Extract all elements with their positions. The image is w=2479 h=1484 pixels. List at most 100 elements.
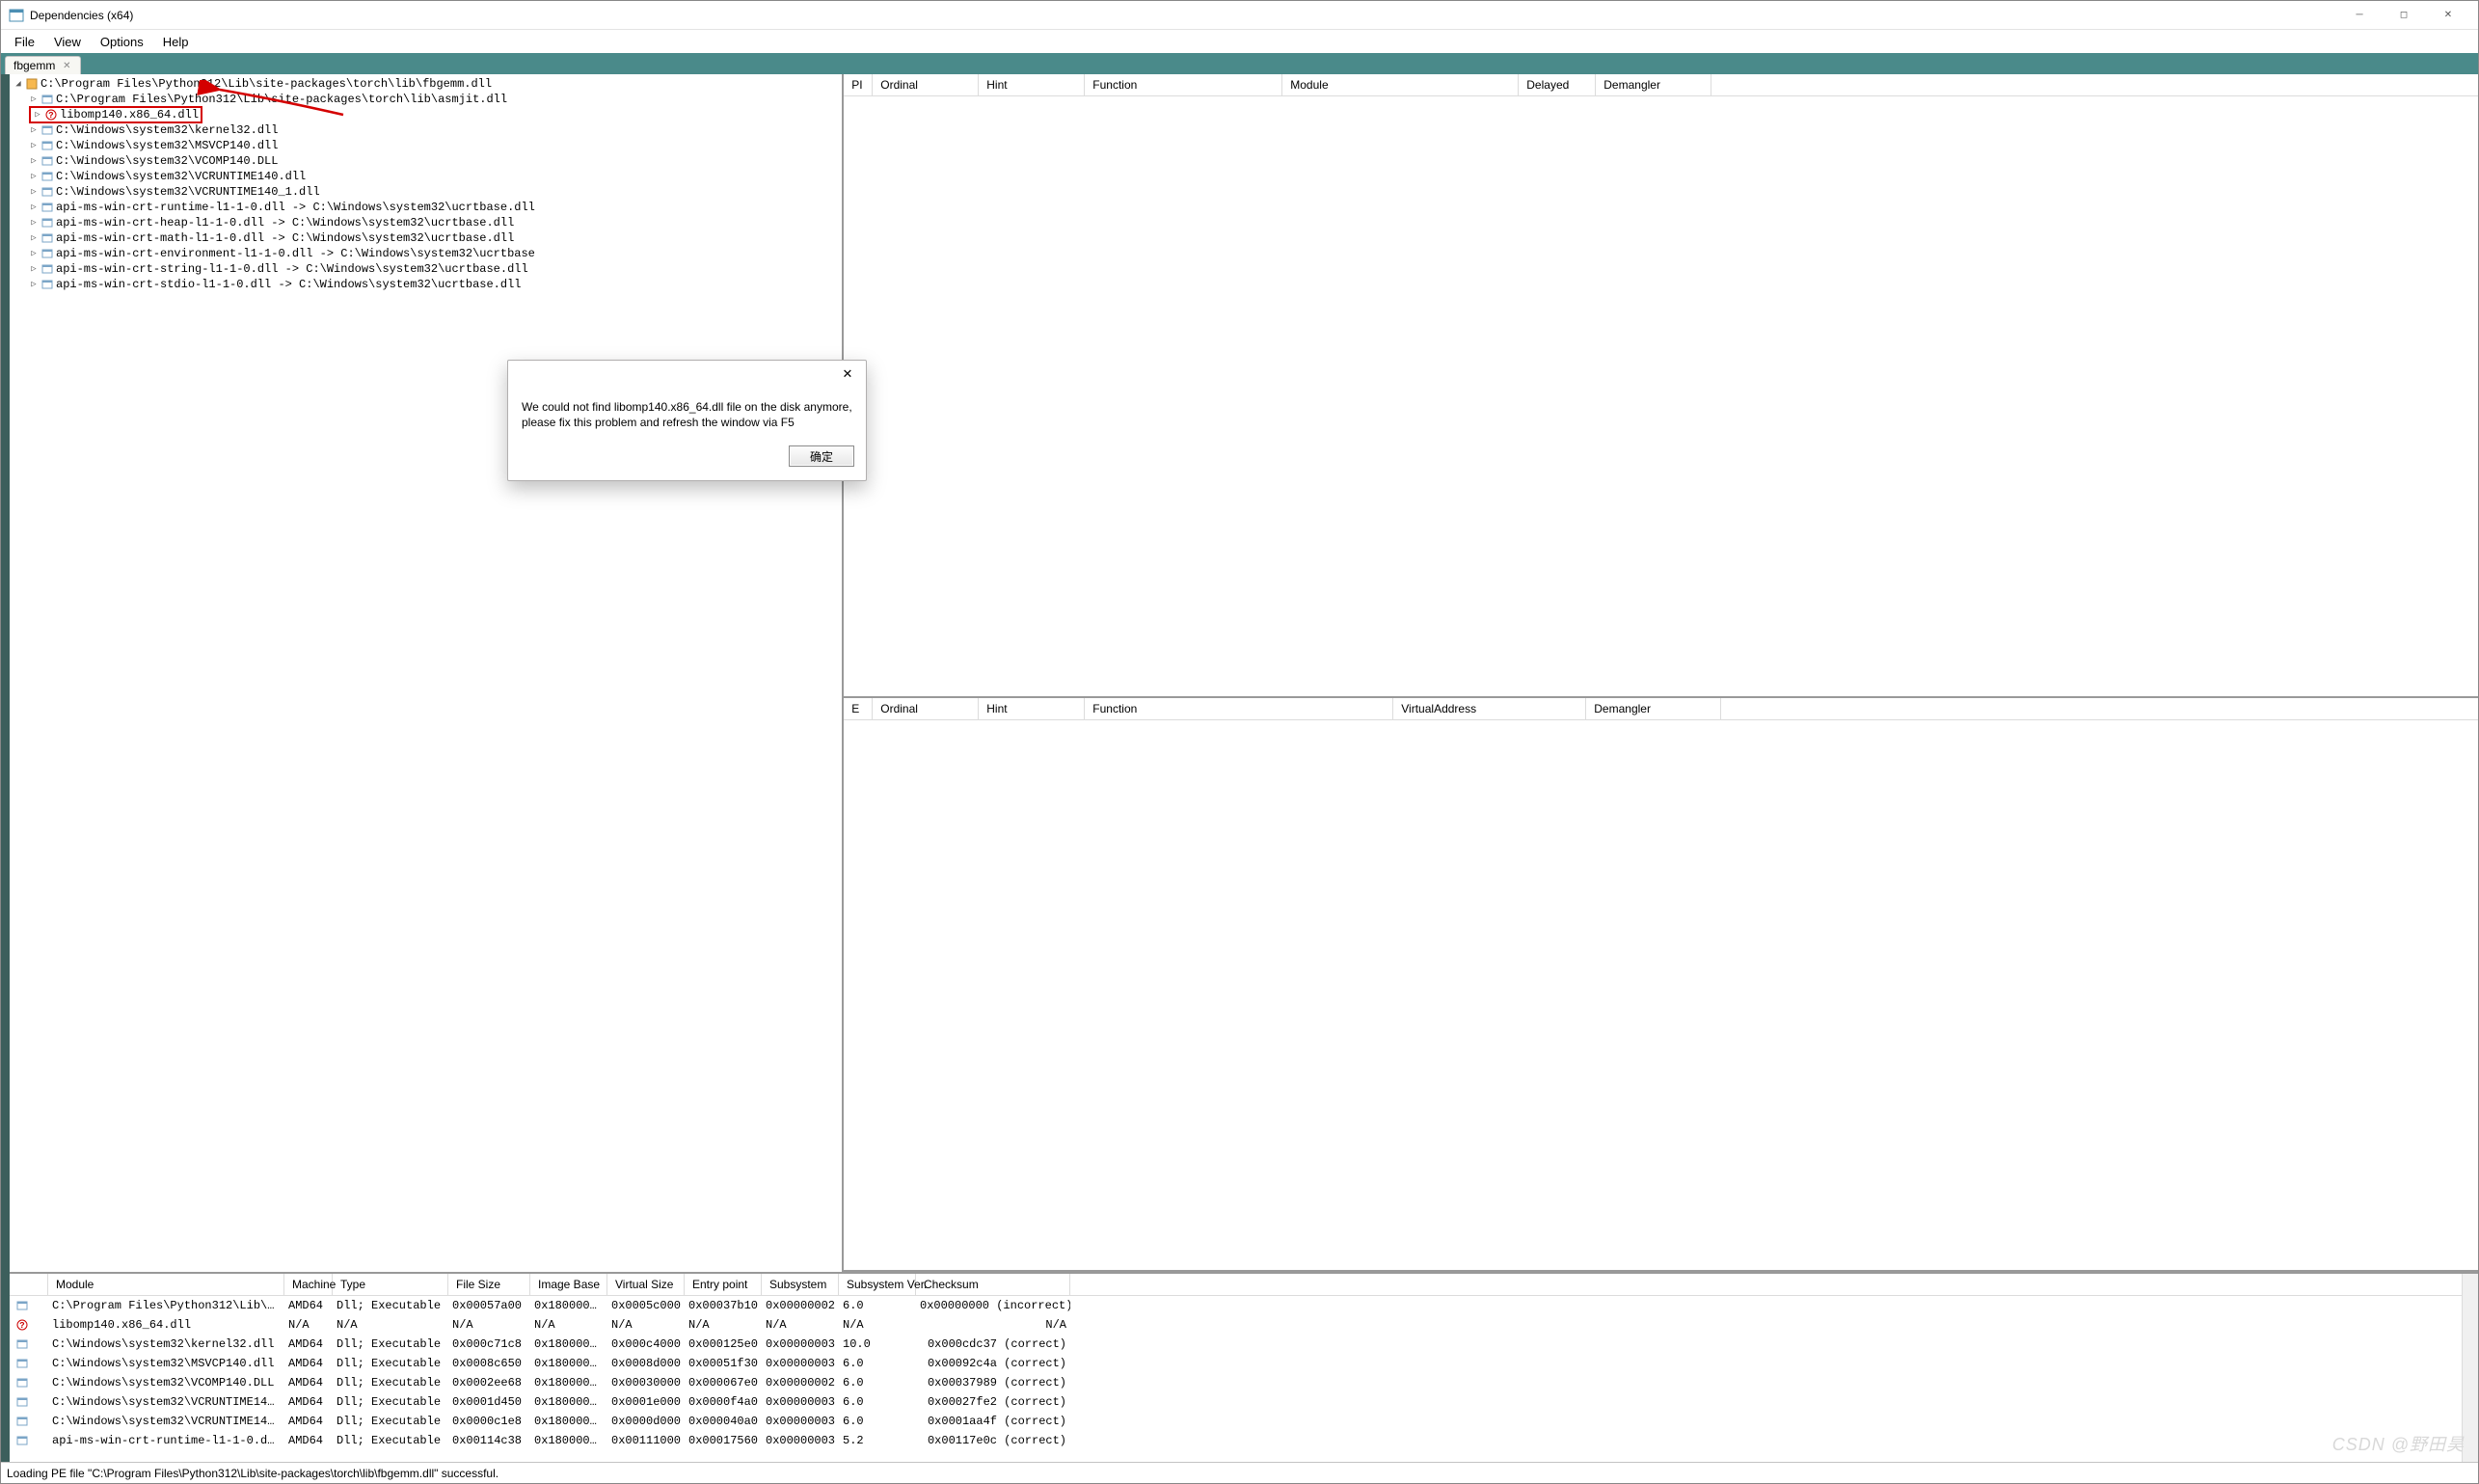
dll-icon [40, 124, 54, 136]
dependency-tree[interactable]: ◢C:\Program Files\Python312\Lib\site-pac… [10, 74, 844, 1272]
dll-icon [40, 232, 54, 244]
col-header[interactable]: Demangler [1586, 698, 1721, 719]
menu-help[interactable]: Help [153, 32, 199, 52]
minimize-button[interactable]: ─ [2337, 1, 2382, 30]
col-header[interactable]: Delayed [1519, 74, 1596, 95]
dll-icon [40, 217, 54, 229]
app-icon [9, 8, 24, 23]
dll-icon [40, 140, 54, 151]
tree-root[interactable]: ◢C:\Program Files\Python312\Lib\site-pac… [13, 76, 838, 92]
menu-view[interactable]: View [44, 32, 91, 52]
col-header[interactable]: Demangler [1596, 74, 1711, 95]
svg-text:?: ? [19, 1321, 24, 1331]
col-header[interactable]: Image Base [530, 1274, 607, 1295]
col-header[interactable]: Module [1282, 74, 1519, 95]
tree-item[interactable]: ▷api-ms-win-crt-math-l1-1-0.dll -> C:\Wi… [13, 230, 838, 246]
tree-item[interactable]: ▷?libomp140.x86_64.dll [13, 107, 838, 122]
col-header[interactable]: Hint [979, 74, 1085, 95]
content-area: ◢C:\Program Files\Python312\Lib\site-pac… [10, 74, 2478, 1462]
dll-icon [15, 1396, 29, 1408]
dll-icon [15, 1377, 29, 1389]
col-header[interactable]: Ordinal [873, 698, 979, 719]
col-header[interactable]: Ordinal [873, 74, 979, 95]
tree-item[interactable]: ▷C:\Windows\system32\VCRUNTIME140_1.dll [13, 184, 838, 200]
svg-text:?: ? [48, 111, 53, 121]
missing-icon: ? [15, 1319, 29, 1331]
menubar: File View Options Help [1, 30, 2478, 53]
col-header[interactable]: Module [48, 1274, 284, 1295]
tree-item[interactable]: ▷C:\Program Files\Python312\Lib\site-pac… [13, 92, 838, 107]
dll-icon [15, 1435, 29, 1446]
col-header[interactable]: Function [1085, 74, 1282, 95]
col-header[interactable]: Subsystem [762, 1274, 839, 1295]
dialog-titlebar: ✕ [508, 361, 866, 388]
close-button[interactable]: ✕ [2426, 1, 2470, 30]
dll-icon [40, 94, 54, 105]
dll-icon [15, 1338, 29, 1350]
left-rail [1, 74, 10, 1462]
col-header[interactable]: PI [844, 74, 873, 95]
col-header[interactable]: VirtualAddress [1393, 698, 1586, 719]
dll-icon [15, 1358, 29, 1369]
imports-grid[interactable]: PIOrdinalHintFunctionModuleDelayedDemang… [844, 74, 2478, 698]
maximize-button[interactable]: ◻ [2382, 1, 2426, 30]
missing-icon: ? [44, 109, 58, 121]
dialog-message: We could not find libomp140.x86_64.dll f… [508, 388, 866, 438]
status-text: Loading PE file "C:\Program Files\Python… [7, 1467, 498, 1480]
dialog-ok-button[interactable]: 确定 [789, 445, 854, 467]
module-row[interactable]: C:\Windows\system32\VCRUNTIME140.dllAMD6… [10, 1392, 2462, 1412]
tree-item[interactable]: ▷C:\Windows\system32\VCOMP140.DLL [13, 153, 838, 169]
col-header[interactable]: Hint [979, 698, 1085, 719]
tree-item[interactable]: ▷api-ms-win-crt-runtime-l1-1-0.dll -> C:… [13, 200, 838, 215]
col-header[interactable]: Subsystem Ver. [839, 1274, 916, 1295]
col-header[interactable]: Entry point [685, 1274, 762, 1295]
window-controls: ─ ◻ ✕ [2337, 1, 2470, 30]
tree-item[interactable]: ▷api-ms-win-crt-stdio-l1-1-0.dll -> C:\W… [13, 277, 838, 292]
dll-icon [40, 155, 54, 167]
statusbar: Loading PE file "C:\Program Files\Python… [1, 1462, 2478, 1483]
module-row[interactable]: api-ms-win-crt-runtime-l1-1-0.dll -> C:\… [10, 1431, 2462, 1450]
window-title: Dependencies (x64) [30, 9, 133, 22]
tree-item[interactable]: ▷C:\Windows\system32\MSVCP140.dll [13, 138, 838, 153]
module-row[interactable]: C:\Windows\system32\VCOMP140.DLLAMD64Dll… [10, 1373, 2462, 1392]
module-root-icon [25, 78, 39, 90]
module-row[interactable]: C:\Windows\system32\kernel32.dllAMD64Dll… [10, 1335, 2462, 1354]
module-row[interactable]: C:\Windows\system32\VCRUNTIME140_1.dllAM… [10, 1412, 2462, 1431]
tab-fbgemm[interactable]: fbgemm ✕ [5, 56, 81, 74]
module-row[interactable]: C:\Program Files\Python312\Lib\site-pack… [10, 1296, 2462, 1315]
tree-item[interactable]: ▷api-ms-win-crt-string-l1-1-0.dll -> C:\… [13, 261, 838, 277]
error-dialog: ✕ We could not find libomp140.x86_64.dll… [507, 360, 867, 481]
dll-icon [40, 263, 54, 275]
module-row[interactable]: ?libomp140.x86_64.dllN/AN/AN/AN/AN/AN/AN… [10, 1315, 2462, 1335]
menu-options[interactable]: Options [91, 32, 153, 52]
tab-close-icon[interactable]: ✕ [61, 60, 72, 71]
dll-icon [40, 202, 54, 213]
tree-item[interactable]: ▷C:\Windows\system32\kernel32.dll [13, 122, 838, 138]
col-header[interactable]: Function [1085, 698, 1393, 719]
dll-icon [40, 279, 54, 290]
dll-icon [40, 171, 54, 182]
tree-item[interactable]: ▷C:\Windows\system32\VCRUNTIME140.dll [13, 169, 838, 184]
col-header[interactable]: Checksum [916, 1274, 1070, 1295]
exports-grid[interactable]: EOrdinalHintFunctionVirtualAddressDemang… [844, 698, 2478, 1272]
app-window: Dependencies (x64) ─ ◻ ✕ File View Optio… [0, 0, 2479, 1484]
col-header[interactable]: File Size [448, 1274, 530, 1295]
scrollbar[interactable] [2462, 1274, 2478, 1462]
col-header[interactable]: Type [333, 1274, 448, 1295]
col-header[interactable]: Virtual Size [607, 1274, 685, 1295]
modules-grid[interactable]: ModuleMachineTypeFile SizeImage BaseVirt… [10, 1273, 2478, 1462]
dll-icon [40, 248, 54, 259]
titlebar: Dependencies (x64) ─ ◻ ✕ [1, 1, 2478, 30]
dll-icon [15, 1300, 29, 1311]
menu-file[interactable]: File [5, 32, 44, 52]
col-header[interactable] [10, 1274, 48, 1295]
col-header[interactable]: E [844, 698, 873, 719]
dialog-close-button[interactable]: ✕ [833, 363, 862, 386]
dll-icon [15, 1416, 29, 1427]
tree-item[interactable]: ▷api-ms-win-crt-environment-l1-1-0.dll -… [13, 246, 838, 261]
col-header[interactable]: Machine [284, 1274, 333, 1295]
tabstrip: fbgemm ✕ [1, 53, 2478, 74]
tab-label: fbgemm [13, 59, 55, 72]
tree-item[interactable]: ▷api-ms-win-crt-heap-l1-1-0.dll -> C:\Wi… [13, 215, 838, 230]
module-row[interactable]: C:\Windows\system32\MSVCP140.dllAMD64Dll… [10, 1354, 2462, 1373]
